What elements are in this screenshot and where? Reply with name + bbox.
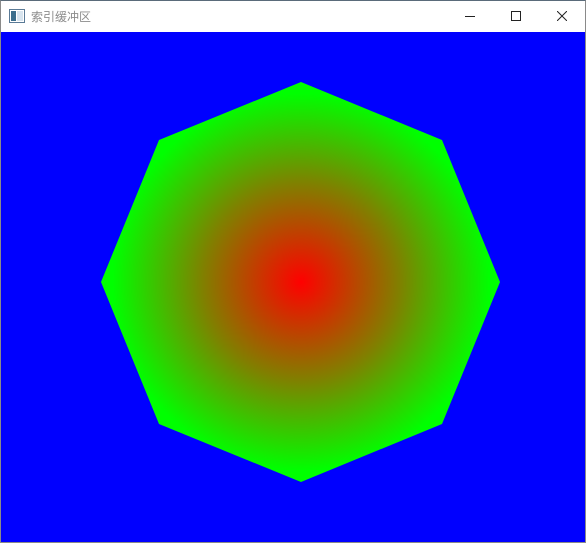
minimize-icon [465, 16, 475, 17]
maximize-icon [511, 11, 521, 21]
octagon-canvas [101, 82, 500, 482]
title-bar[interactable]: 索引缓冲区 [1, 1, 585, 31]
close-icon [557, 11, 567, 21]
app-window: 索引缓冲区 [0, 0, 586, 543]
octagon-shape [101, 82, 500, 482]
maximize-button[interactable] [493, 1, 539, 31]
window-title: 索引缓冲区 [31, 9, 92, 24]
close-button[interactable] [539, 1, 585, 31]
render-viewport[interactable] [1, 32, 585, 542]
minimize-button[interactable] [447, 1, 493, 31]
window-controls [447, 1, 585, 31]
app-window-icon[interactable] [9, 8, 25, 24]
